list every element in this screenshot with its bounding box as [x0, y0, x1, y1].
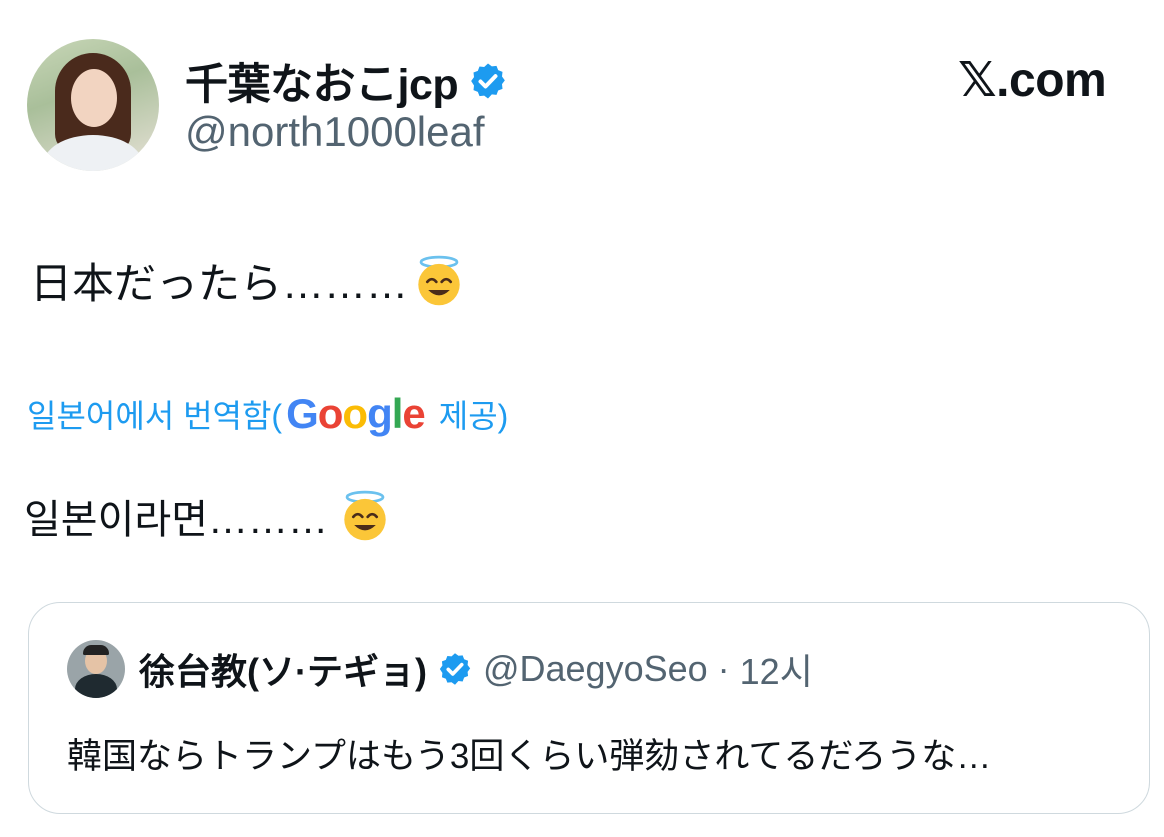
translated-body: 일본이라면……… — [24, 487, 392, 545]
verified-badge-icon — [439, 653, 471, 685]
x-com-logo: 𝕏.com — [958, 54, 1107, 107]
author-handle[interactable]: @north1000leaf — [185, 108, 485, 156]
tweet-text: 日本だったら……… — [30, 260, 409, 307]
separator-dot: · — [717, 648, 730, 689]
translation-prefix[interactable]: 일본어에서 번역함( — [27, 391, 282, 437]
verified-badge-icon — [471, 63, 505, 99]
translation-attribution[interactable]: 일본어에서 번역함( Google 제공) — [27, 390, 508, 438]
quoted-tweet-header: 徐台教(ソ·テギョ) @DaegyoSeo · 12시 — [139, 643, 813, 695]
author-avatar[interactable] — [27, 39, 159, 171]
quoted-tweet-time[interactable]: 12시 — [740, 643, 813, 695]
tweet-body: 日本だったら……… — [30, 250, 466, 311]
quoted-author-avatar[interactable] — [67, 640, 125, 698]
smiling-face-with-halo-icon — [344, 490, 386, 541]
smiling-face-with-halo-icon — [418, 255, 460, 305]
quoted-author-name[interactable]: 徐台教(ソ·テギョ) — [139, 643, 427, 695]
translation-suffix[interactable]: 제공) — [439, 391, 509, 437]
google-logo: Google — [286, 390, 426, 437]
quoted-tweet-text: 韓国ならトランプはもう3回くらい弾劾されてるだろうな… — [67, 737, 992, 776]
author-display-name[interactable]: 千葉なおこjcp — [185, 50, 459, 112]
quoted-tweet-card[interactable]: 徐台教(ソ·テギョ) @DaegyoSeo · 12시 韓国ならトランプはもう3… — [28, 602, 1150, 814]
translated-text: 일본이라면……… — [24, 498, 328, 542]
quoted-author-handle[interactable]: @DaegyoSeo — [483, 648, 708, 690]
author-name-row[interactable]: 千葉なおこjcp — [185, 50, 508, 112]
